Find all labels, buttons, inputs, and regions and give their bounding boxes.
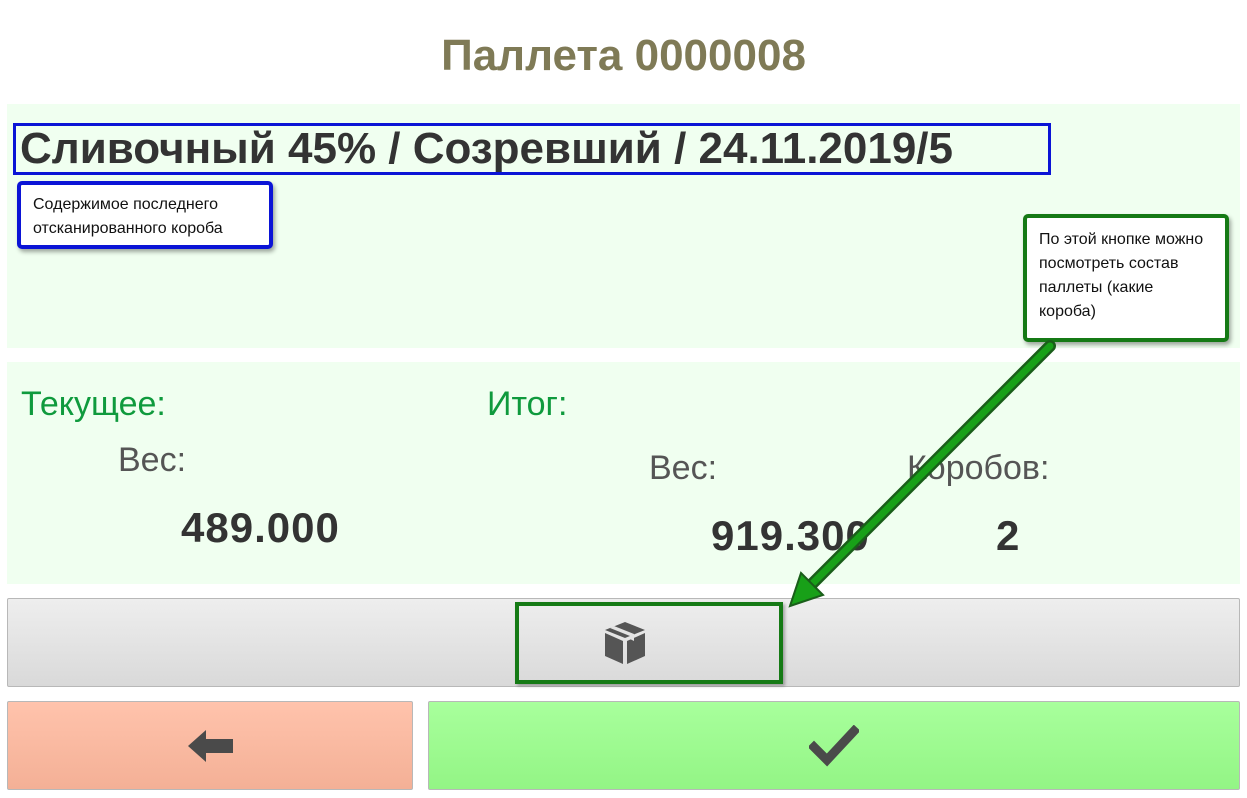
current-weight-label: Вес: (118, 441, 187, 479)
page-title: Паллета 0000008 (441, 31, 806, 80)
contents-button-annotation: По этой кнопке можно посмотреть состав п… (1023, 214, 1229, 342)
last-box-annotation: Содержимое последнего отсканированного к… (17, 181, 273, 249)
total-weight-value: 919.300 (711, 512, 870, 559)
total-section-label: Итог: (487, 385, 568, 423)
last-box-annotation-text: Содержимое последнего отсканированного к… (33, 196, 223, 237)
current-section-label: Текущее: (21, 385, 166, 423)
checkmark-icon (809, 725, 859, 767)
current-weight-value: 489.000 (181, 504, 340, 551)
back-button[interactable] (7, 701, 413, 790)
contents-button-annotation-text: По этой кнопке можно посмотреть состав п… (1039, 231, 1204, 320)
product-name-highlight: Сливочный 45% / Созревший / 24.11.2019/5 (13, 123, 1051, 175)
total-boxes-label: Коробов: (907, 449, 1050, 487)
confirm-button[interactable] (428, 701, 1240, 790)
total-boxes-value: 2 (996, 512, 1021, 559)
pallet-screen: Паллета 0000008 Сливочный 45% / Созревши… (0, 0, 1247, 798)
arrow-left-icon (188, 730, 233, 762)
contents-button-highlight (515, 602, 783, 684)
product-name: Сливочный 45% / Созревший / 24.11.2019/5 (20, 124, 954, 173)
total-weight-label: Вес: (649, 449, 718, 487)
